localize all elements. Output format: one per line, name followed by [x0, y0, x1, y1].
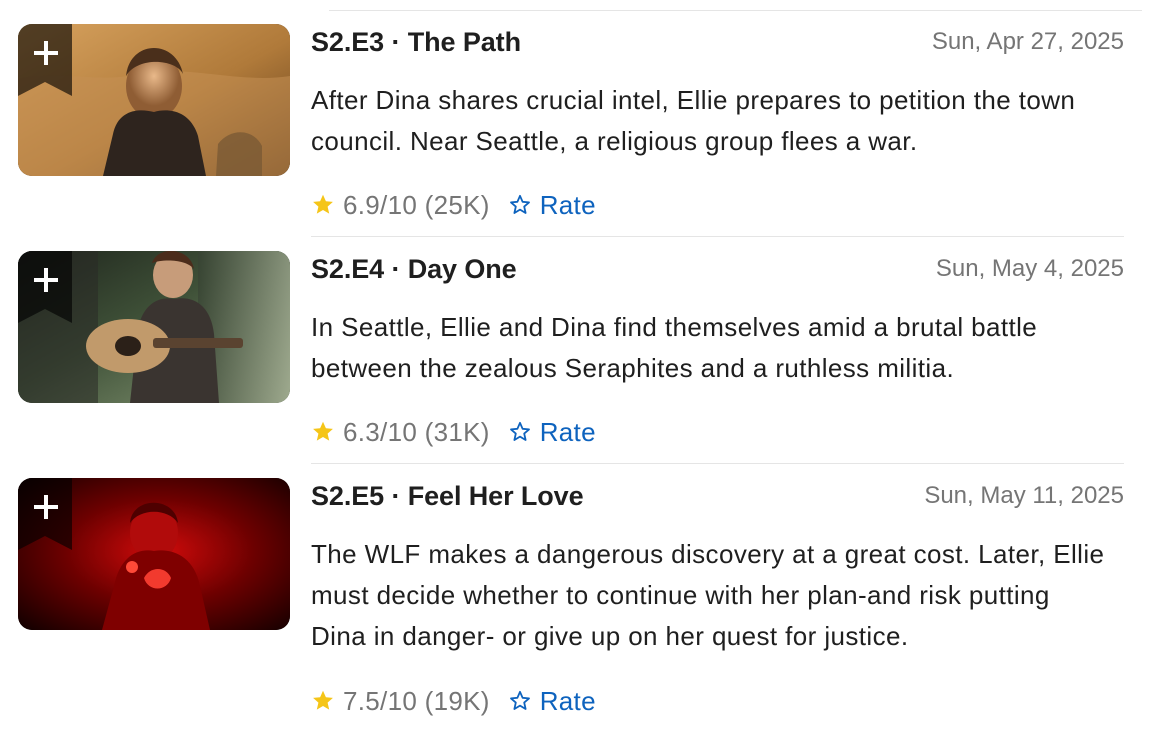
rate-button[interactable]: Rate [508, 686, 596, 717]
star-filled-icon [313, 421, 333, 441]
episode-description: In Seattle, Ellie and Dina find themselv… [311, 312, 1038, 383]
rating-row: 6.9/10 (25K) Rate [311, 188, 596, 222]
air-date: Sun, May 4, 2025 [935, 255, 1124, 282]
episode-thumbnail[interactable] [18, 251, 290, 403]
rating-row: 7.5/10 (19K) Rate [311, 684, 596, 718]
watchlist-ribbon-button[interactable] [18, 478, 72, 550]
episode-divider [311, 463, 1124, 464]
episode-title-row: S2.E4 · Day One Sun, May 4, 2025 [311, 251, 1124, 287]
rate-label: Rate [539, 416, 596, 447]
rate-button[interactable]: Rate [508, 190, 596, 221]
rating-value: 6.3/10 (31K) [343, 416, 490, 447]
episode-description: The WLF makes a dangerous discovery at a… [311, 539, 1105, 651]
air-date: Sun, May 11, 2025 [924, 482, 1124, 509]
episode-thumbnail[interactable] [18, 478, 290, 630]
star-filled-icon [313, 194, 333, 214]
episode-divider [311, 236, 1124, 237]
episode-title-link[interactable]: S2.E3 · The Path [311, 27, 521, 58]
episode-thumbnail[interactable] [18, 24, 290, 176]
rate-label: Rate [539, 685, 596, 716]
episode-description: After Dina shares crucial intel, Ellie p… [311, 85, 1076, 156]
rate-button[interactable]: Rate [508, 417, 596, 448]
top-divider [329, 10, 1142, 11]
plus-icon [18, 478, 72, 550]
watchlist-ribbon-button[interactable] [18, 24, 72, 96]
episode-content: S2.E3 · The Path Sun, Apr 27, 2025 After… [311, 24, 1124, 162]
episode-title-row: S2.E3 · The Path Sun, Apr 27, 2025 [311, 24, 1124, 60]
rating-row: 6.3/10 (31K) Rate [311, 415, 596, 449]
plus-icon [18, 24, 72, 96]
episode-content: S2.E4 · Day One Sun, May 4, 2025 In Seat… [311, 251, 1124, 389]
star-outline-icon [509, 194, 530, 214]
rating-value: 7.5/10 (19K) [343, 685, 490, 716]
episode-content: S2.E5 · Feel Her Love Sun, May 11, 2025 … [311, 478, 1124, 657]
star-outline-icon [509, 690, 530, 710]
episode-title-link[interactable]: S2.E4 · Day One [311, 254, 517, 285]
watchlist-ribbon-button[interactable] [18, 251, 72, 323]
star-outline-icon [509, 421, 530, 441]
rating-value: 6.9/10 (25K) [343, 189, 490, 220]
star-filled-icon [313, 690, 333, 710]
plus-icon [18, 251, 72, 323]
air-date: Sun, Apr 27, 2025 [931, 28, 1124, 55]
rate-label: Rate [539, 189, 596, 220]
episode-title-row: S2.E5 · Feel Her Love Sun, May 11, 2025 [311, 478, 1124, 514]
episode-title-link[interactable]: S2.E5 · Feel Her Love [311, 481, 584, 512]
